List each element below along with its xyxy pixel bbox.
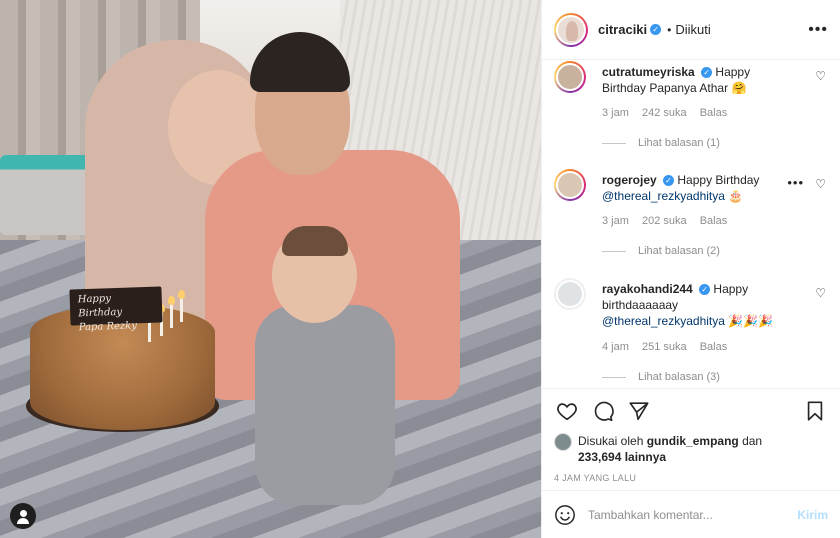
cake-sign: Happy Birthday Papa Rezky [69,286,163,333]
separator-dot: • [667,22,672,37]
view-replies-button[interactable]: Lihat balasan (3) [602,371,720,383]
comment-text: rayakohandi244 ✓ Happy birthdaaaaaay @th… [602,281,792,329]
comment-likes[interactable]: 202 suka [642,215,687,227]
comment-item: rogerojey ✓ Happy Birthday @thereal_rezk… [554,169,834,264]
comment-emoji: 🤗 [731,81,747,95]
liker-username[interactable]: gundik_empang [647,434,739,448]
view-replies-label: Lihat balasan (2) [638,245,720,257]
author-username[interactable]: citraciki [598,22,647,37]
comment-item: rayakohandi244 ✓ Happy birthdaaaaaay @th… [554,278,834,388]
view-replies-label: Lihat balasan (3) [638,371,720,383]
post-header: citraciki ✓ • Diikuti ••• [542,0,840,60]
comment-time[interactable]: 3 jam [602,215,629,227]
user-tag-icon[interactable] [10,503,36,529]
add-comment-bar: Kirim [542,490,840,538]
candle [178,290,185,322]
comment-icon[interactable] [590,398,616,424]
post-actions: Disukai oleh gundik_empang dan 233,694 l… [542,388,840,483]
emoji-icon[interactable] [554,504,576,526]
candle [168,296,175,328]
comment-meta: 3 jam 202 suka Balas [602,215,737,227]
comment-emoji: 🎂 [728,189,744,203]
comment-emoji: 🎉🎉🎉 [728,314,774,328]
comment-like-icon[interactable]: ♡ [815,286,826,300]
comments-list[interactable]: cutratumeyriska ✓ Happy Birthday Papanya… [542,61,840,388]
share-icon[interactable] [626,398,652,424]
comment-text: rogerojey ✓ Happy Birthday @thereal_rezk… [602,172,792,204]
comment-mention[interactable]: @thereal_rezkyadhitya [602,314,725,328]
comment-time[interactable]: 4 jam [602,341,629,353]
more-options-icon[interactable]: ••• [808,21,828,39]
comment-text: cutratumeyriska ✓ Happy Birthday Papanya… [602,64,792,96]
verified-badge-icon: ✓ [650,24,662,35]
reply-button[interactable]: Balas [700,107,728,119]
bookmark-icon[interactable] [802,398,828,424]
comment-like-icon[interactable]: ♡ [815,69,826,83]
send-comment-button[interactable]: Kirim [797,508,828,522]
heart-icon[interactable] [554,398,580,424]
cake-sign-line-1: Happy Birthday [77,293,123,320]
comment-username[interactable]: rogerojey [602,173,657,187]
comment-meta: 3 jam 242 suka Balas [602,107,737,119]
view-replies-button[interactable]: Lihat balasan (1) [602,137,720,149]
likes-summary: Disukai oleh gundik_empang dan 233,694 l… [554,433,828,465]
baby-hair [282,226,348,256]
comment-meta: 4 jam 251 suka Balas [602,341,737,353]
comment-time[interactable]: 3 jam [602,107,629,119]
baby-body [255,305,395,505]
comment-mention[interactable]: @thereal_rezkyadhitya [602,189,725,203]
comment-avatar[interactable] [554,61,586,93]
post-photo[interactable]: Happy Birthday Papa Rezky [0,0,541,538]
comment-username[interactable]: cutratumeyriska [602,65,695,79]
post-side-panel: citraciki ✓ • Diikuti ••• cutratumeyrisk… [541,0,840,538]
view-replies-button[interactable]: Lihat balasan (2) [602,245,720,257]
verified-badge-icon: ✓ [663,175,675,187]
reply-button[interactable]: Balas [700,215,728,227]
verified-badge-icon: ✓ [701,67,713,79]
comment-like-icon[interactable]: ♡ [815,177,826,191]
comment-username[interactable]: rayakohandi244 [602,282,693,296]
comment-input[interactable] [588,507,790,522]
comment-more-options-icon[interactable]: ••• [787,175,804,190]
likes-count[interactable]: 233,694 lainnya [578,450,666,464]
follow-status-button[interactable]: Diikuti [675,22,710,37]
comment-item: cutratumeyriska ✓ Happy Birthday Papanya… [554,61,834,156]
gift-bag [0,155,98,235]
likes-text: Disukai oleh gundik_empang dan 233,694 l… [578,433,762,465]
likes-connector: dan [742,434,763,448]
action-icons-row [554,389,828,433]
comment-likes[interactable]: 242 suka [642,107,687,119]
author-avatar[interactable] [554,12,588,47]
comment-avatar[interactable] [554,169,586,201]
view-replies-label: Lihat balasan (1) [638,137,720,149]
post-timestamp[interactable]: 4 JAM YANG LALU [554,473,828,483]
liker-avatar[interactable] [554,433,572,451]
likes-prefix: Disukai oleh [578,434,644,448]
cake-sign-line-2: Papa Rezky [78,320,138,334]
comment-avatar[interactable] [554,278,586,310]
comment-body: Happy Birthday [677,173,760,187]
verified-badge-icon: ✓ [699,284,711,296]
reply-button[interactable]: Balas [700,341,728,353]
comment-likes[interactable]: 251 suka [642,341,687,353]
